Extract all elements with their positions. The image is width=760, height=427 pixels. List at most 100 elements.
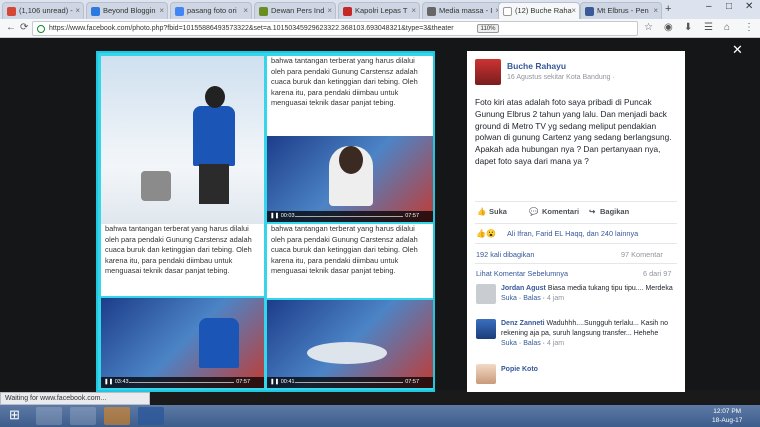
photo-viewer[interactable]: bahwa tantangan terberat yang harus dila…: [96, 51, 435, 392]
file-explorer-icon[interactable]: [36, 407, 62, 425]
commenter-name[interactable]: Popie Koto: [501, 366, 538, 373]
status-bar: Waiting for www.facebook.com...: [0, 392, 150, 405]
share-icon[interactable]: ↪: [589, 207, 595, 216]
tab-label: Media massa - I: [439, 6, 493, 15]
google-icon: [175, 7, 184, 16]
video-progress[interactable]: [295, 216, 403, 217]
author-name[interactable]: Buche Rahayu: [507, 61, 566, 71]
climber-figure: [199, 318, 239, 368]
tab-label: Dewan Pers Ind: [271, 6, 325, 15]
new-tab-button[interactable]: +: [665, 3, 671, 15]
comment-time: 4 jam: [546, 340, 565, 347]
more-icon[interactable]: ⋮: [744, 22, 754, 33]
tab-kapolri[interactable]: Kapolri Lepas T ×: [338, 2, 420, 19]
tab-dewan-pers[interactable]: Dewan Pers Ind ×: [254, 2, 336, 19]
commenter-name[interactable]: Denz Zanneti: [501, 320, 545, 327]
close-tab-icon[interactable]: ×: [411, 6, 416, 15]
divider: [475, 223, 677, 224]
like-icon[interactable]: 👍: [477, 207, 486, 216]
news-icon: [343, 7, 352, 16]
video-progress[interactable]: [295, 382, 403, 383]
word-icon[interactable]: [138, 407, 164, 425]
star-icon[interactable]: ☆: [644, 22, 653, 33]
system-clock[interactable]: 12:07 PM 18-Aug-17: [712, 407, 742, 425]
firefox-icon[interactable]: [104, 407, 130, 425]
app-icon[interactable]: [70, 407, 96, 425]
comment-text: Biasa media tukang tipu tipu.... Merdeka: [547, 285, 673, 292]
back-icon[interactable]: ←: [6, 22, 16, 33]
wikipedia-icon: [427, 7, 436, 16]
start-button[interactable]: ⊞: [3, 407, 29, 425]
shares-count[interactable]: 192 kali dibagikan: [476, 250, 534, 259]
comments-pager: 6 dari 97: [643, 269, 672, 278]
commenter-avatar[interactable]: [476, 364, 496, 384]
comment-button[interactable]: Komentari: [542, 207, 579, 216]
clock-date: 18-Aug-17: [712, 417, 743, 424]
clock-time: 12:07 PM: [713, 408, 742, 415]
commenter-name[interactable]: Jordan Agust: [501, 285, 546, 292]
close-tab-icon[interactable]: ×: [243, 6, 248, 15]
play-icon[interactable]: ❚❚: [270, 213, 279, 219]
tab-mt-elbrus[interactable]: Mt Elbrus - Pen ×: [580, 2, 662, 19]
menu-icon[interactable]: ☰: [704, 22, 713, 33]
video-duration: 07:57: [405, 379, 419, 385]
tab-blogging[interactable]: Beyond Bloggin ×: [86, 2, 168, 19]
comment-like-link[interactable]: Suka: [501, 340, 517, 347]
video-progress[interactable]: [129, 382, 234, 383]
comment-reply-link[interactable]: Balas: [523, 295, 541, 302]
metrotv-studio-video: ❚❚ 00:41 07:57: [267, 300, 433, 388]
comment-item: Popie Koto: [501, 365, 677, 375]
comment-like-link[interactable]: Suka: [501, 295, 517, 302]
reaction-icons[interactable]: 👍😮: [476, 229, 496, 238]
minimize-button[interactable]: –: [706, 1, 712, 12]
article-text-bottom-left: bahwa tantangan terberat yang harus dila…: [101, 224, 264, 296]
reload-icon[interactable]: ⟳: [20, 22, 28, 33]
play-icon[interactable]: ❚❚: [104, 379, 113, 385]
maximize-button[interactable]: □: [726, 1, 732, 12]
close-tab-icon[interactable]: ×: [159, 6, 164, 15]
video-controls[interactable]: ❚❚ 00:03 07:57: [267, 211, 433, 222]
tab-gmail[interactable]: (1,106 unread) - ×: [2, 2, 84, 19]
tab-label: (12) Buche Raha: [515, 6, 572, 15]
previous-comments-link[interactable]: Lihat Komentar Sebelumnya: [476, 269, 568, 278]
tab-label: Mt Elbrus - Pen: [597, 6, 649, 15]
url-input[interactable]: https://www.facebook.com/photo.php?fbid=…: [32, 21, 638, 36]
climber-jacket: [193, 106, 235, 166]
commenter-avatar[interactable]: [476, 319, 496, 339]
video-time: 03:43: [114, 379, 129, 385]
metrotv-video-top: ❚❚ 00:03 07:57: [267, 136, 433, 222]
close-theater-icon[interactable]: ✕: [732, 42, 743, 58]
close-tab-icon[interactable]: ×: [653, 6, 658, 15]
windows-taskbar: ⊞ 12:07 PM 18-Aug-17: [0, 405, 760, 427]
comments-count[interactable]: 97 Komentar: [621, 250, 663, 259]
comment-reply-link[interactable]: Balas: [523, 340, 541, 347]
tab-facebook-active[interactable]: (12) Buche Raha ×: [498, 2, 580, 19]
article-text-top: bahwa tantangan terberat yang harus dila…: [267, 56, 433, 136]
comment-icon[interactable]: 💬: [529, 207, 538, 216]
close-tab-icon[interactable]: ×: [327, 6, 332, 15]
video-controls[interactable]: ❚❚ 00:41 07:57: [267, 377, 433, 388]
article-paragraph: bahwa tantangan terberat yang harus dila…: [271, 56, 418, 108]
climber-head: [205, 86, 225, 108]
close-tab-icon[interactable]: ×: [571, 6, 576, 15]
share-button[interactable]: Bagikan: [600, 207, 629, 216]
elbrus-summit-photo: [101, 56, 264, 224]
tab-google-search[interactable]: pasang foto ori ×: [170, 2, 252, 19]
home-icon[interactable]: ⌂: [724, 22, 730, 33]
tab-media-massa[interactable]: Media massa - I×: [422, 2, 504, 19]
reactions-summary[interactable]: Ali Ifran, Farid EL Haqq, dan 240 lainny…: [507, 229, 638, 238]
like-button[interactable]: Suka: [489, 207, 507, 216]
author-avatar[interactable]: [475, 59, 501, 85]
commenter-avatar[interactable]: [476, 284, 496, 304]
close-tab-icon[interactable]: ×: [75, 6, 80, 15]
article-paragraph: bahwa tantangan terberat yang harus dila…: [105, 224, 252, 276]
comment-item: Jordan Agust Biasa media tukang tipu tip…: [501, 285, 673, 302]
download-icon[interactable]: ⬇: [684, 22, 692, 33]
windows-logo-icon: ⊞: [9, 407, 20, 422]
window-close-button[interactable]: ✕: [745, 1, 753, 12]
extension-icon[interactable]: ◉: [664, 22, 673, 33]
video-controls[interactable]: ❚❚ 03:43 07:57: [101, 377, 264, 388]
globe-icon: [259, 7, 268, 16]
play-icon[interactable]: ❚❚: [270, 379, 279, 385]
zoom-badge[interactable]: 110%: [477, 24, 499, 33]
